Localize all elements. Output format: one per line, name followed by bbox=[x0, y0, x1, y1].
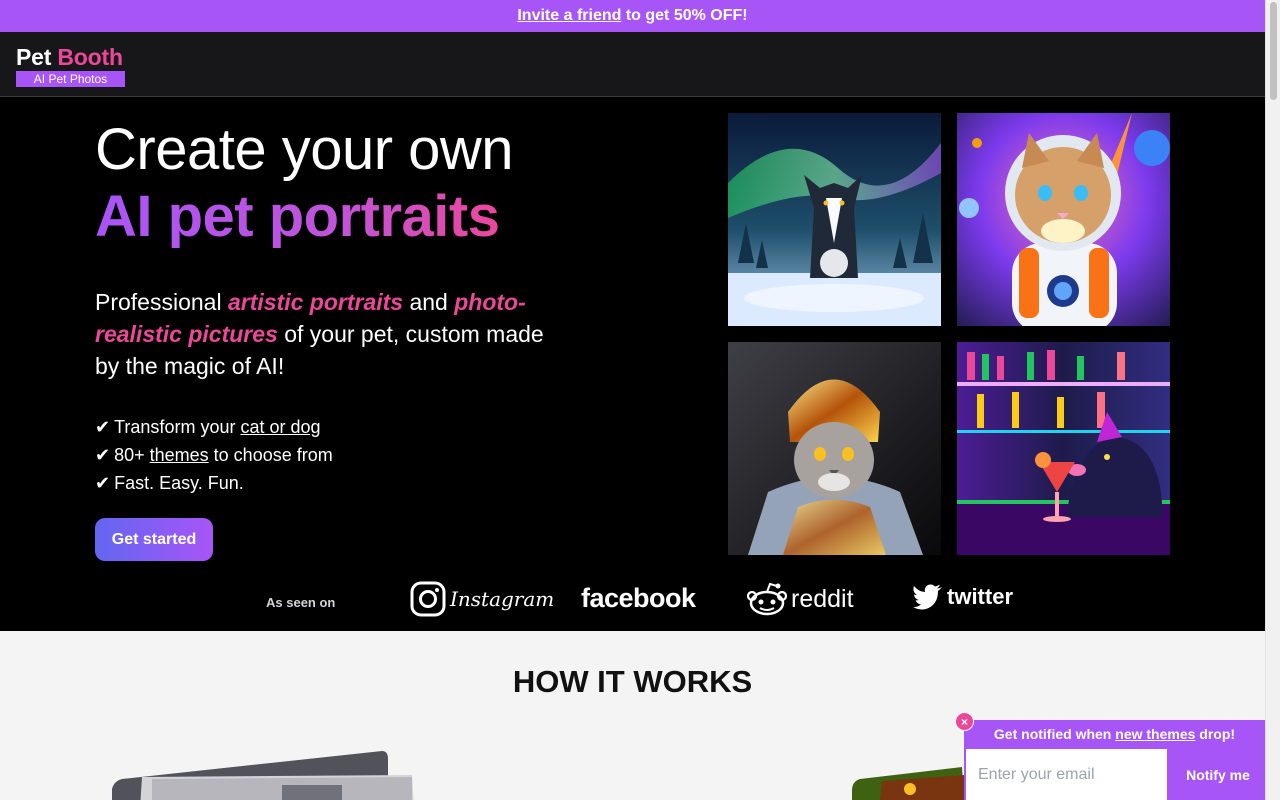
check-item: ✔ Fast. Easy. Fun. bbox=[95, 469, 333, 497]
check-item: ✔ Transform your cat or dog bbox=[95, 413, 333, 441]
vertical-scrollbar[interactable] bbox=[1265, 0, 1280, 800]
top-nav: Pet Booth AI Pet Photos bbox=[0, 32, 1265, 97]
checkmark-icon: ✔ bbox=[95, 445, 111, 465]
notify-text: Get notified when new themes drop! bbox=[964, 720, 1265, 748]
husky-aurora-image[interactable] bbox=[728, 113, 941, 326]
notify-me-button[interactable]: Notify me bbox=[1171, 749, 1265, 800]
page: Invite a friend to get 50% OFF! Pet Boot… bbox=[0, 0, 1265, 800]
how-it-works-title: HOW IT WORKS bbox=[512, 664, 753, 699]
check-text: 80+ bbox=[114, 445, 150, 465]
as-seen-on-label: As seen on bbox=[266, 595, 336, 610]
get-started-button[interactable]: Get started bbox=[95, 518, 213, 561]
logo-tagline: AI Pet Photos bbox=[16, 71, 125, 87]
twitter-bird-icon bbox=[913, 584, 942, 610]
twitter-logo: twitter bbox=[913, 584, 1013, 610]
check-text: Transform your bbox=[114, 417, 241, 437]
notify-popup: Get notified when new themes drop! Notif… bbox=[964, 720, 1265, 800]
scrollbar-thumb[interactable] bbox=[1270, 2, 1277, 100]
promo-text: to get 50% OFF! bbox=[621, 7, 748, 24]
instagram-icon bbox=[410, 581, 446, 617]
lead-highlight-artistic: artistic portraits bbox=[227, 289, 404, 315]
notify-text-pre: Get notified when bbox=[993, 726, 1116, 742]
check-text: Fast. Easy. Fun. bbox=[114, 473, 244, 493]
reddit-icon bbox=[747, 582, 787, 616]
photo-stack-right-image bbox=[852, 767, 964, 800]
astronaut-cat-image[interactable] bbox=[957, 113, 1170, 326]
photo-stack-left-image bbox=[112, 751, 414, 800]
hero-lead: Professional artistic portraits and phot… bbox=[95, 286, 555, 382]
invite-friend-link[interactable]: Invite a friend bbox=[517, 7, 621, 24]
notify-text-post: drop! bbox=[1195, 726, 1236, 742]
facebook-logo: facebook bbox=[581, 583, 696, 613]
instagram-wordmark: Instagram bbox=[450, 587, 555, 611]
logo-word-pet: Pet bbox=[16, 44, 58, 70]
hero-title-line1: Create your own bbox=[95, 117, 514, 182]
feature-checklist: ✔ Transform your cat or dog ✔ 80+ themes t… bbox=[95, 413, 333, 497]
check-item: ✔ 80+ themes to choose from bbox=[95, 441, 333, 469]
dog-bar-cocktail-image[interactable] bbox=[957, 342, 1170, 555]
hero-title-line2: AI pet portraits bbox=[95, 184, 500, 249]
new-themes-link[interactable]: new themes bbox=[1115, 726, 1195, 742]
hero-section: Create your own AI pet portraits Profess… bbox=[0, 97, 1265, 631]
reddit-wordmark: reddit bbox=[791, 584, 854, 613]
twitter-wordmark: twitter bbox=[947, 584, 1013, 609]
cat-or-dog-link[interactable]: cat or dog bbox=[240, 417, 320, 437]
promo-banner: Invite a friend to get 50% OFF! bbox=[0, 0, 1265, 32]
instagram-logo: Instagram bbox=[410, 581, 554, 617]
logo-word-booth: Booth bbox=[57, 44, 123, 70]
popup-close-icon[interactable]: × bbox=[955, 712, 974, 731]
themes-link[interactable]: themes bbox=[150, 445, 209, 465]
email-input[interactable] bbox=[966, 749, 1167, 800]
reddit-logo: reddit bbox=[747, 582, 854, 616]
logo[interactable]: Pet Booth AI Pet Photos bbox=[16, 44, 125, 87]
lead-text-2: and bbox=[403, 289, 455, 315]
check-text-post: to choose from bbox=[208, 445, 333, 465]
knight-cat-image[interactable] bbox=[728, 342, 941, 555]
lead-text-1: Professional bbox=[95, 289, 228, 315]
checkmark-icon: ✔ bbox=[95, 473, 111, 493]
checkmark-icon: ✔ bbox=[95, 417, 111, 437]
